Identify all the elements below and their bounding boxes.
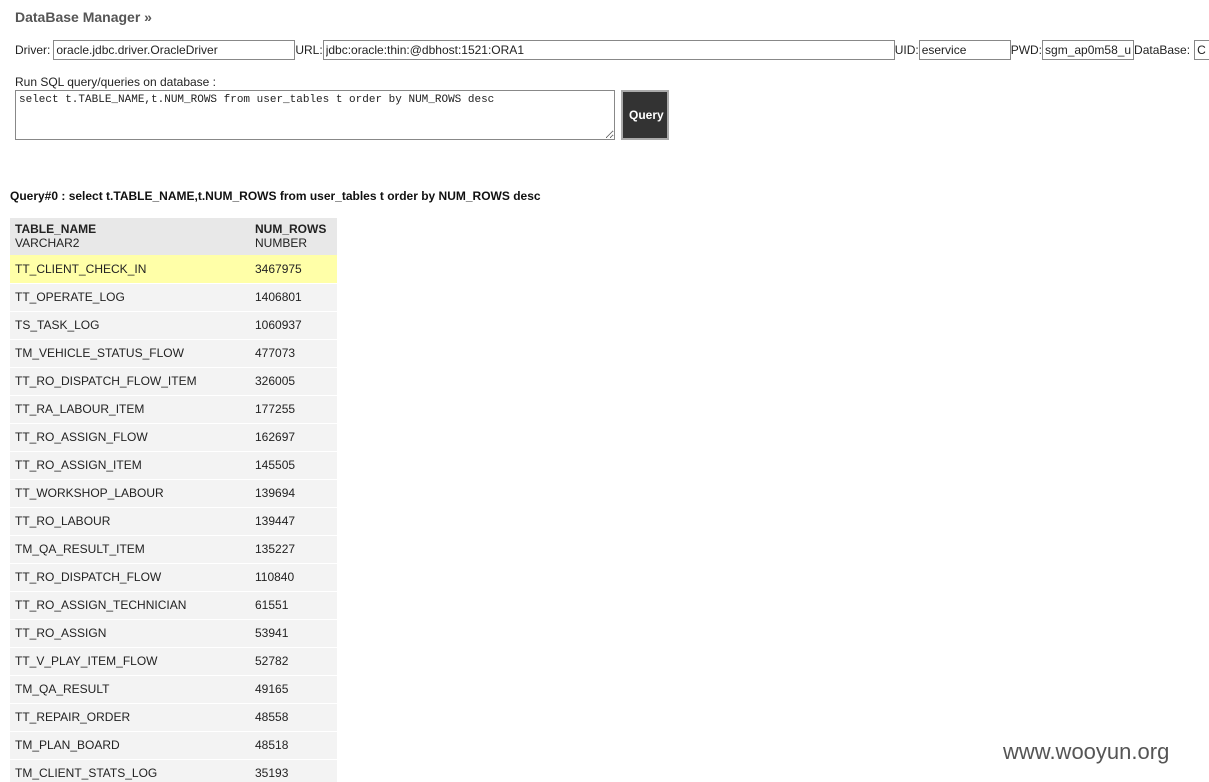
cell-num-rows: 49165 bbox=[250, 675, 337, 704]
column-type: NUMBER bbox=[255, 236, 308, 250]
uid-label: UID: bbox=[894, 43, 919, 57]
table-row: TT_RO_ASSIGN_ITEM 145505 bbox=[10, 451, 337, 480]
table-row: TT_REPAIR_ORDER 48558 bbox=[10, 703, 337, 732]
pwd-label: PWD: bbox=[1010, 43, 1043, 57]
page-title: DataBase Manager » bbox=[15, 9, 152, 25]
table-row: TM_QA_RESULT_ITEM 135227 bbox=[10, 535, 337, 564]
table-row: TT_V_PLAY_ITEM_FLOW 52782 bbox=[10, 647, 337, 676]
cell-table-name: TM_VEHICLE_STATUS_FLOW bbox=[10, 339, 250, 368]
column-name: NUM_ROWS bbox=[255, 222, 327, 236]
url-label: URL: bbox=[295, 43, 323, 57]
cell-table-name: TT_RO_ASSIGN_ITEM bbox=[10, 451, 250, 480]
cell-table-name: TT_CLIENT_CHECK_IN bbox=[10, 255, 250, 284]
cell-num-rows: 477073 bbox=[250, 339, 337, 368]
url-input[interactable] bbox=[322, 40, 895, 60]
cell-num-rows: 139447 bbox=[250, 507, 337, 536]
driver-input[interactable] bbox=[53, 40, 296, 60]
cell-num-rows: 110840 bbox=[250, 563, 337, 592]
cell-table-name: TT_RO_DISPATCH_FLOW bbox=[10, 563, 250, 592]
table-row: TT_RA_LABOUR_ITEM 177255 bbox=[10, 395, 337, 424]
cell-table-name: TT_REPAIR_ORDER bbox=[10, 703, 250, 732]
table-row: TM_CLIENT_STATS_LOG 35193 bbox=[10, 759, 337, 782]
database-label: DataBase: bbox=[1134, 43, 1191, 57]
query-button[interactable]: Query bbox=[621, 90, 669, 140]
table-row: TT_OPERATE_LOG 1406801 bbox=[10, 283, 337, 312]
cell-num-rows: 139694 bbox=[250, 479, 337, 508]
cell-num-rows: 145505 bbox=[250, 451, 337, 480]
cell-table-name: TM_PLAN_BOARD bbox=[10, 731, 250, 760]
cell-table-name: TT_WORKSHOP_LABOUR bbox=[10, 479, 250, 508]
cell-num-rows: 1060937 bbox=[250, 311, 337, 340]
cell-num-rows: 162697 bbox=[250, 423, 337, 452]
cell-table-name: TM_CLIENT_STATS_LOG bbox=[10, 759, 250, 782]
results-header-row: TABLE_NAME VARCHAR2 NUM_ROWS NUMBER bbox=[10, 218, 337, 255]
table-row: TM_VEHICLE_STATUS_FLOW 477073 bbox=[10, 339, 337, 368]
database-input[interactable] bbox=[1194, 40, 1209, 60]
database-manager-page: DataBase Manager » Driver: URL: UID: PWD… bbox=[0, 0, 1209, 782]
table-row: TT_RO_ASSIGN_TECHNICIAN 61551 bbox=[10, 591, 337, 620]
table-row: TT_RO_DISPATCH_FLOW 110840 bbox=[10, 563, 337, 592]
cell-num-rows: 326005 bbox=[250, 367, 337, 396]
cell-num-rows: 135227 bbox=[250, 535, 337, 564]
results-body: TT_CLIENT_CHECK_IN 3467975 TT_OPERATE_LOG 1… bbox=[10, 255, 337, 782]
cell-num-rows: 48518 bbox=[250, 731, 337, 760]
cell-num-rows: 52782 bbox=[250, 647, 337, 676]
cell-table-name: TT_RO_ASSIGN bbox=[10, 619, 250, 648]
table-row: TM_QA_RESULT 49165 bbox=[10, 675, 337, 704]
sql-query-textarea[interactable]: select t.TABLE_NAME,t.NUM_ROWS from user… bbox=[15, 90, 615, 140]
cell-table-name: TT_RO_ASSIGN_TECHNICIAN bbox=[10, 591, 250, 620]
pwd-input[interactable] bbox=[1042, 40, 1135, 60]
watermark: www.wooyun.org bbox=[1003, 739, 1170, 764]
uid-input[interactable] bbox=[918, 40, 1011, 60]
table-row: TT_RO_ASSIGN_FLOW 162697 bbox=[10, 423, 337, 452]
cell-table-name: TM_QA_RESULT bbox=[10, 675, 250, 704]
cell-table-name: TT_RO_ASSIGN_FLOW bbox=[10, 423, 250, 452]
query-result-heading: Query#0 : select t.TABLE_NAME,t.NUM_ROWS… bbox=[10, 189, 541, 203]
cell-table-name: TT_RO_LABOUR bbox=[10, 507, 250, 536]
table-row: TT_WORKSHOP_LABOUR 139694 bbox=[10, 479, 337, 508]
results-table: TABLE_NAME VARCHAR2 NUM_ROWS NUMBER TT_C… bbox=[10, 218, 337, 782]
column-type: VARCHAR2 bbox=[15, 236, 80, 250]
cell-num-rows: 53941 bbox=[250, 619, 337, 648]
column-name: TABLE_NAME bbox=[15, 222, 97, 236]
connection-form: Driver: URL: UID: PWD: DataBase: bbox=[15, 40, 1209, 60]
cell-num-rows: 3467975 bbox=[250, 255, 337, 284]
cell-table-name: TT_V_PLAY_ITEM_FLOW bbox=[10, 647, 250, 676]
cell-table-name: TS_TASK_LOG bbox=[10, 311, 250, 340]
cell-table-name: TM_QA_RESULT_ITEM bbox=[10, 535, 250, 564]
cell-table-name: TT_OPERATE_LOG bbox=[10, 283, 250, 312]
table-row: TM_PLAN_BOARD 48518 bbox=[10, 731, 337, 760]
table-row: TT_RO_ASSIGN 53941 bbox=[10, 619, 337, 648]
sql-label: Run SQL query/queries on database : bbox=[15, 75, 217, 89]
table-row: TT_RO_LABOUR 139447 bbox=[10, 507, 337, 536]
column-header-table-name: TABLE_NAME VARCHAR2 bbox=[10, 218, 250, 255]
cell-num-rows: 48558 bbox=[250, 703, 337, 732]
cell-num-rows: 61551 bbox=[250, 591, 337, 620]
cell-table-name: TT_RA_LABOUR_ITEM bbox=[10, 395, 250, 424]
cell-num-rows: 177255 bbox=[250, 395, 337, 424]
driver-label: Driver: bbox=[15, 43, 51, 57]
column-header-num-rows: NUM_ROWS NUMBER bbox=[250, 218, 337, 255]
table-row: TT_RO_DISPATCH_FLOW_ITEM 326005 bbox=[10, 367, 337, 396]
table-row: TS_TASK_LOG 1060937 bbox=[10, 311, 337, 340]
cell-num-rows: 35193 bbox=[250, 759, 337, 782]
cell-table-name: TT_RO_DISPATCH_FLOW_ITEM bbox=[10, 367, 250, 396]
cell-num-rows: 1406801 bbox=[250, 283, 337, 312]
table-row: TT_CLIENT_CHECK_IN 3467975 bbox=[10, 255, 337, 284]
